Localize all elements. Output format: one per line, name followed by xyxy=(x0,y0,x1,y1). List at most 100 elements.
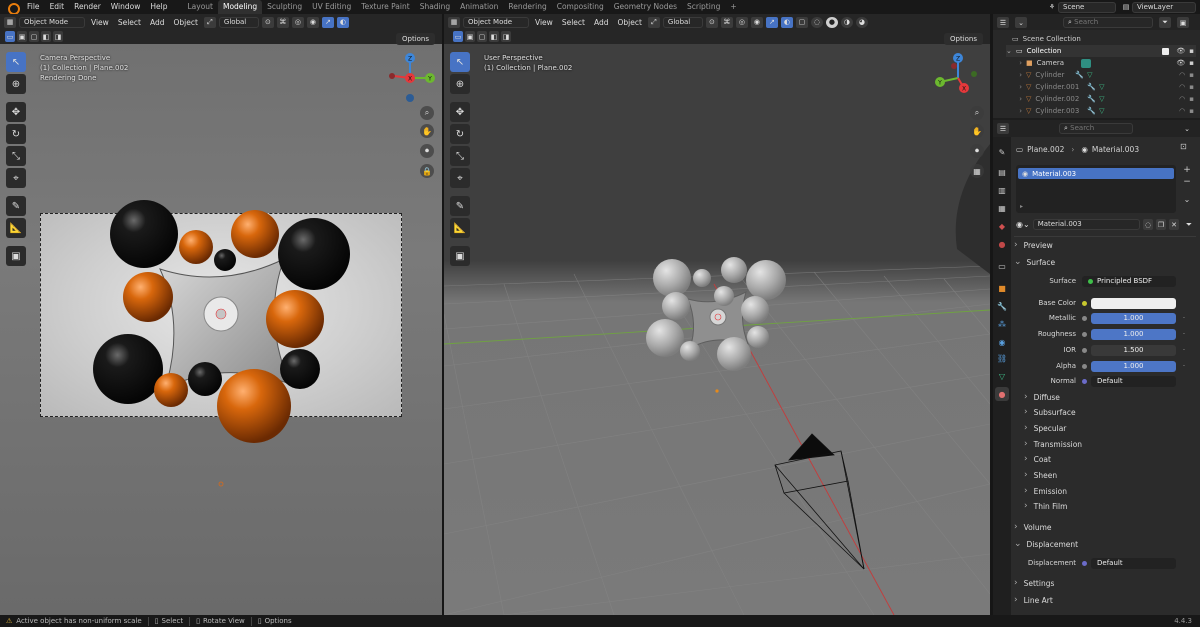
outliner-row-cylinder-002[interactable]: › ▽ Cylinder.002 🔧 ▽ ◠ ▪ xyxy=(1006,93,1196,105)
panel-volume[interactable]: Volume xyxy=(1014,520,1196,534)
subpanel-thin-film[interactable]: Thin Film xyxy=(1024,499,1196,513)
object-tab-icon[interactable]: ■ xyxy=(995,281,1009,295)
world-tab-icon[interactable]: ● xyxy=(995,237,1009,251)
gizmo-neg-x[interactable] xyxy=(951,63,957,69)
collection-tab-icon[interactable]: ▭ xyxy=(995,259,1009,273)
modifier-icon[interactable]: 🔧 xyxy=(1075,71,1084,79)
particles-tab-icon[interactable]: ⁂ xyxy=(995,317,1009,331)
view-layer-tab-icon[interactable]: ▦ xyxy=(995,201,1009,215)
outliner-editor-icon[interactable]: ☰ xyxy=(997,17,1009,28)
camera-view-icon[interactable]: ⏺ xyxy=(970,144,984,158)
subpanel-subsurface[interactable]: Subsurface xyxy=(1024,405,1196,419)
eye-hidden-icon[interactable]: ◠ xyxy=(1179,107,1185,115)
material-name-field[interactable]: Material.003 xyxy=(1032,219,1140,230)
tab-compositing[interactable]: Compositing xyxy=(552,0,609,14)
base-color-swatch[interactable] xyxy=(1091,297,1176,309)
list-expand-icon[interactable]: ▸ xyxy=(1020,203,1023,210)
camera-restrict-icon[interactable]: ▪ xyxy=(1189,47,1194,55)
material-tab-icon[interactable]: ● xyxy=(995,387,1009,401)
tab-layout[interactable]: Layout xyxy=(182,0,218,14)
outliner-row-scene-collection[interactable]: ▭ Scene Collection xyxy=(1006,33,1196,45)
pin-icon[interactable]: ▭ xyxy=(1016,145,1023,154)
render-restrict-icon[interactable]: ▪ xyxy=(1189,59,1194,67)
tool-tab-icon[interactable]: ✎ xyxy=(995,145,1009,159)
add-slot-button[interactable]: + xyxy=(1181,165,1193,177)
eye-hidden-icon[interactable]: ◠ xyxy=(1179,71,1185,79)
collection-checkbox[interactable] xyxy=(1162,47,1170,55)
scene-selector[interactable]: Scene xyxy=(1058,1,1116,13)
physics-tab-icon[interactable]: ◉ xyxy=(995,335,1009,349)
eye-icon[interactable]: 👁 xyxy=(1176,59,1185,67)
browse-material-icon[interactable]: ◉⌄ xyxy=(1016,220,1030,229)
modifier-icon[interactable]: 🔧 xyxy=(1087,107,1096,115)
viewlayer-icon[interactable]: ▤ xyxy=(1120,2,1132,13)
camera-data-icon[interactable] xyxy=(1080,58,1091,68)
modifier-icon[interactable]: 🔧 xyxy=(1087,95,1096,103)
render-restrict-icon[interactable]: ▪ xyxy=(1189,71,1194,79)
tab-sculpting[interactable]: Sculpting xyxy=(262,0,307,14)
ior-socket-icon[interactable] xyxy=(1082,347,1087,353)
blender-logo-icon[interactable] xyxy=(6,2,20,15)
menu-render[interactable]: Render xyxy=(69,0,106,14)
roughness-keyframe-icon[interactable]: · xyxy=(1176,330,1192,338)
mesh-data-icon[interactable]: ▽ xyxy=(1087,71,1092,79)
options-dropdown-icon[interactable]: ⌄ xyxy=(1181,123,1193,134)
filter-icon[interactable]: ⏷ xyxy=(1159,17,1171,28)
right-viewport[interactable]: ▦ Object Mode View Select Add Object ⤢ G… xyxy=(444,14,990,615)
tab-scripting[interactable]: Scripting xyxy=(682,0,725,14)
subpanel-transmission[interactable]: Transmission xyxy=(1024,437,1196,451)
base-color-socket-icon[interactable] xyxy=(1082,300,1087,306)
camera-object[interactable] xyxy=(774,433,865,570)
render-restrict-icon[interactable]: ▪ xyxy=(1189,107,1194,115)
output-tab-icon[interactable]: ▥ xyxy=(995,183,1009,197)
displacement-field[interactable]: Default xyxy=(1091,557,1176,569)
properties-search[interactable]: ⌕ Search xyxy=(1059,123,1133,134)
add-workspace-button[interactable]: + xyxy=(725,0,741,14)
constraints-tab-icon[interactable]: ⛓ xyxy=(995,351,1009,365)
viewlayer-selector[interactable]: ViewLayer xyxy=(1132,1,1196,13)
pan-hand-icon[interactable]: ✋ xyxy=(970,124,984,138)
tab-rendering[interactable]: Rendering xyxy=(503,0,551,14)
panel-line-art[interactable]: Line Art xyxy=(1014,593,1196,607)
menu-window[interactable]: Window xyxy=(106,0,146,14)
node-filter-icon[interactable]: ⏷ xyxy=(1186,220,1192,230)
filter-display-icon[interactable]: ⌄ xyxy=(1015,17,1027,28)
panel-displacement[interactable]: Displacement xyxy=(1014,537,1196,551)
displacement-socket-icon[interactable] xyxy=(1082,560,1087,566)
pin-toggle-icon[interactable]: ⊡ xyxy=(1180,142,1192,154)
outliner-row-cylinder-001[interactable]: › ▽ Cylinder.001 🔧 ▽ ◠ ▪ xyxy=(1006,81,1196,93)
tab-geometry-nodes[interactable]: Geometry Nodes xyxy=(609,0,682,14)
eye-hidden-icon[interactable]: ◠ xyxy=(1179,95,1185,103)
outliner-row-cylinder-003[interactable]: › ▽ Cylinder.003 🔧 ▽ ◠ ▪ xyxy=(1006,105,1196,117)
normal-field[interactable]: Default xyxy=(1091,375,1176,387)
slot-menu-button[interactable]: ⌄ xyxy=(1181,195,1193,207)
render-restrict-icon[interactable]: ▪ xyxy=(1189,95,1194,103)
new-collection-icon[interactable]: ▣ xyxy=(1177,17,1189,28)
ior-keyframe-icon[interactable]: · xyxy=(1176,346,1192,354)
unlink-material-icon[interactable]: ✕ xyxy=(1169,219,1179,230)
roughness-socket-icon[interactable] xyxy=(1082,331,1087,337)
remove-slot-button[interactable]: − xyxy=(1181,177,1193,189)
metallic-keyframe-icon[interactable]: · xyxy=(1176,314,1192,322)
tab-animation[interactable]: Animation xyxy=(455,0,503,14)
material-slot-row[interactable]: ◉ Material.003 xyxy=(1018,168,1174,179)
subpanel-diffuse[interactable]: Diffuse xyxy=(1024,390,1196,404)
navigation-gizmo[interactable]: Z Y X xyxy=(934,52,984,104)
gizmo-neg-y[interactable] xyxy=(971,71,977,77)
alpha-keyframe-icon[interactable]: · xyxy=(1176,362,1192,370)
data-tab-icon[interactable]: ▽ xyxy=(995,369,1009,383)
fake-user-icon[interactable]: ◌ xyxy=(1143,219,1153,230)
subpanel-sheen[interactable]: Sheen xyxy=(1024,468,1196,482)
tab-shading[interactable]: Shading xyxy=(415,0,455,14)
mesh-data-icon[interactable]: ▽ xyxy=(1099,83,1104,91)
tab-texture-paint[interactable]: Texture Paint xyxy=(356,0,414,14)
cylinder-object[interactable] xyxy=(955,144,990,274)
outliner-row-cylinder[interactable]: › ▽ Cylinder 🔧 ▽ ◠ ▪ xyxy=(1006,69,1196,81)
left-viewport[interactable]: ▦ Object Mode View Select Add Object ⤢ G… xyxy=(0,14,442,615)
alpha-socket-icon[interactable] xyxy=(1082,363,1087,369)
panel-surface[interactable]: Surface xyxy=(1014,255,1196,269)
eye-hidden-icon[interactable]: ◠ xyxy=(1179,83,1185,91)
mesh-data-icon[interactable]: ▽ xyxy=(1099,95,1104,103)
render-tab-icon[interactable]: ▤ xyxy=(995,165,1009,179)
outliner-search[interactable]: ⌕ Search xyxy=(1063,17,1153,28)
